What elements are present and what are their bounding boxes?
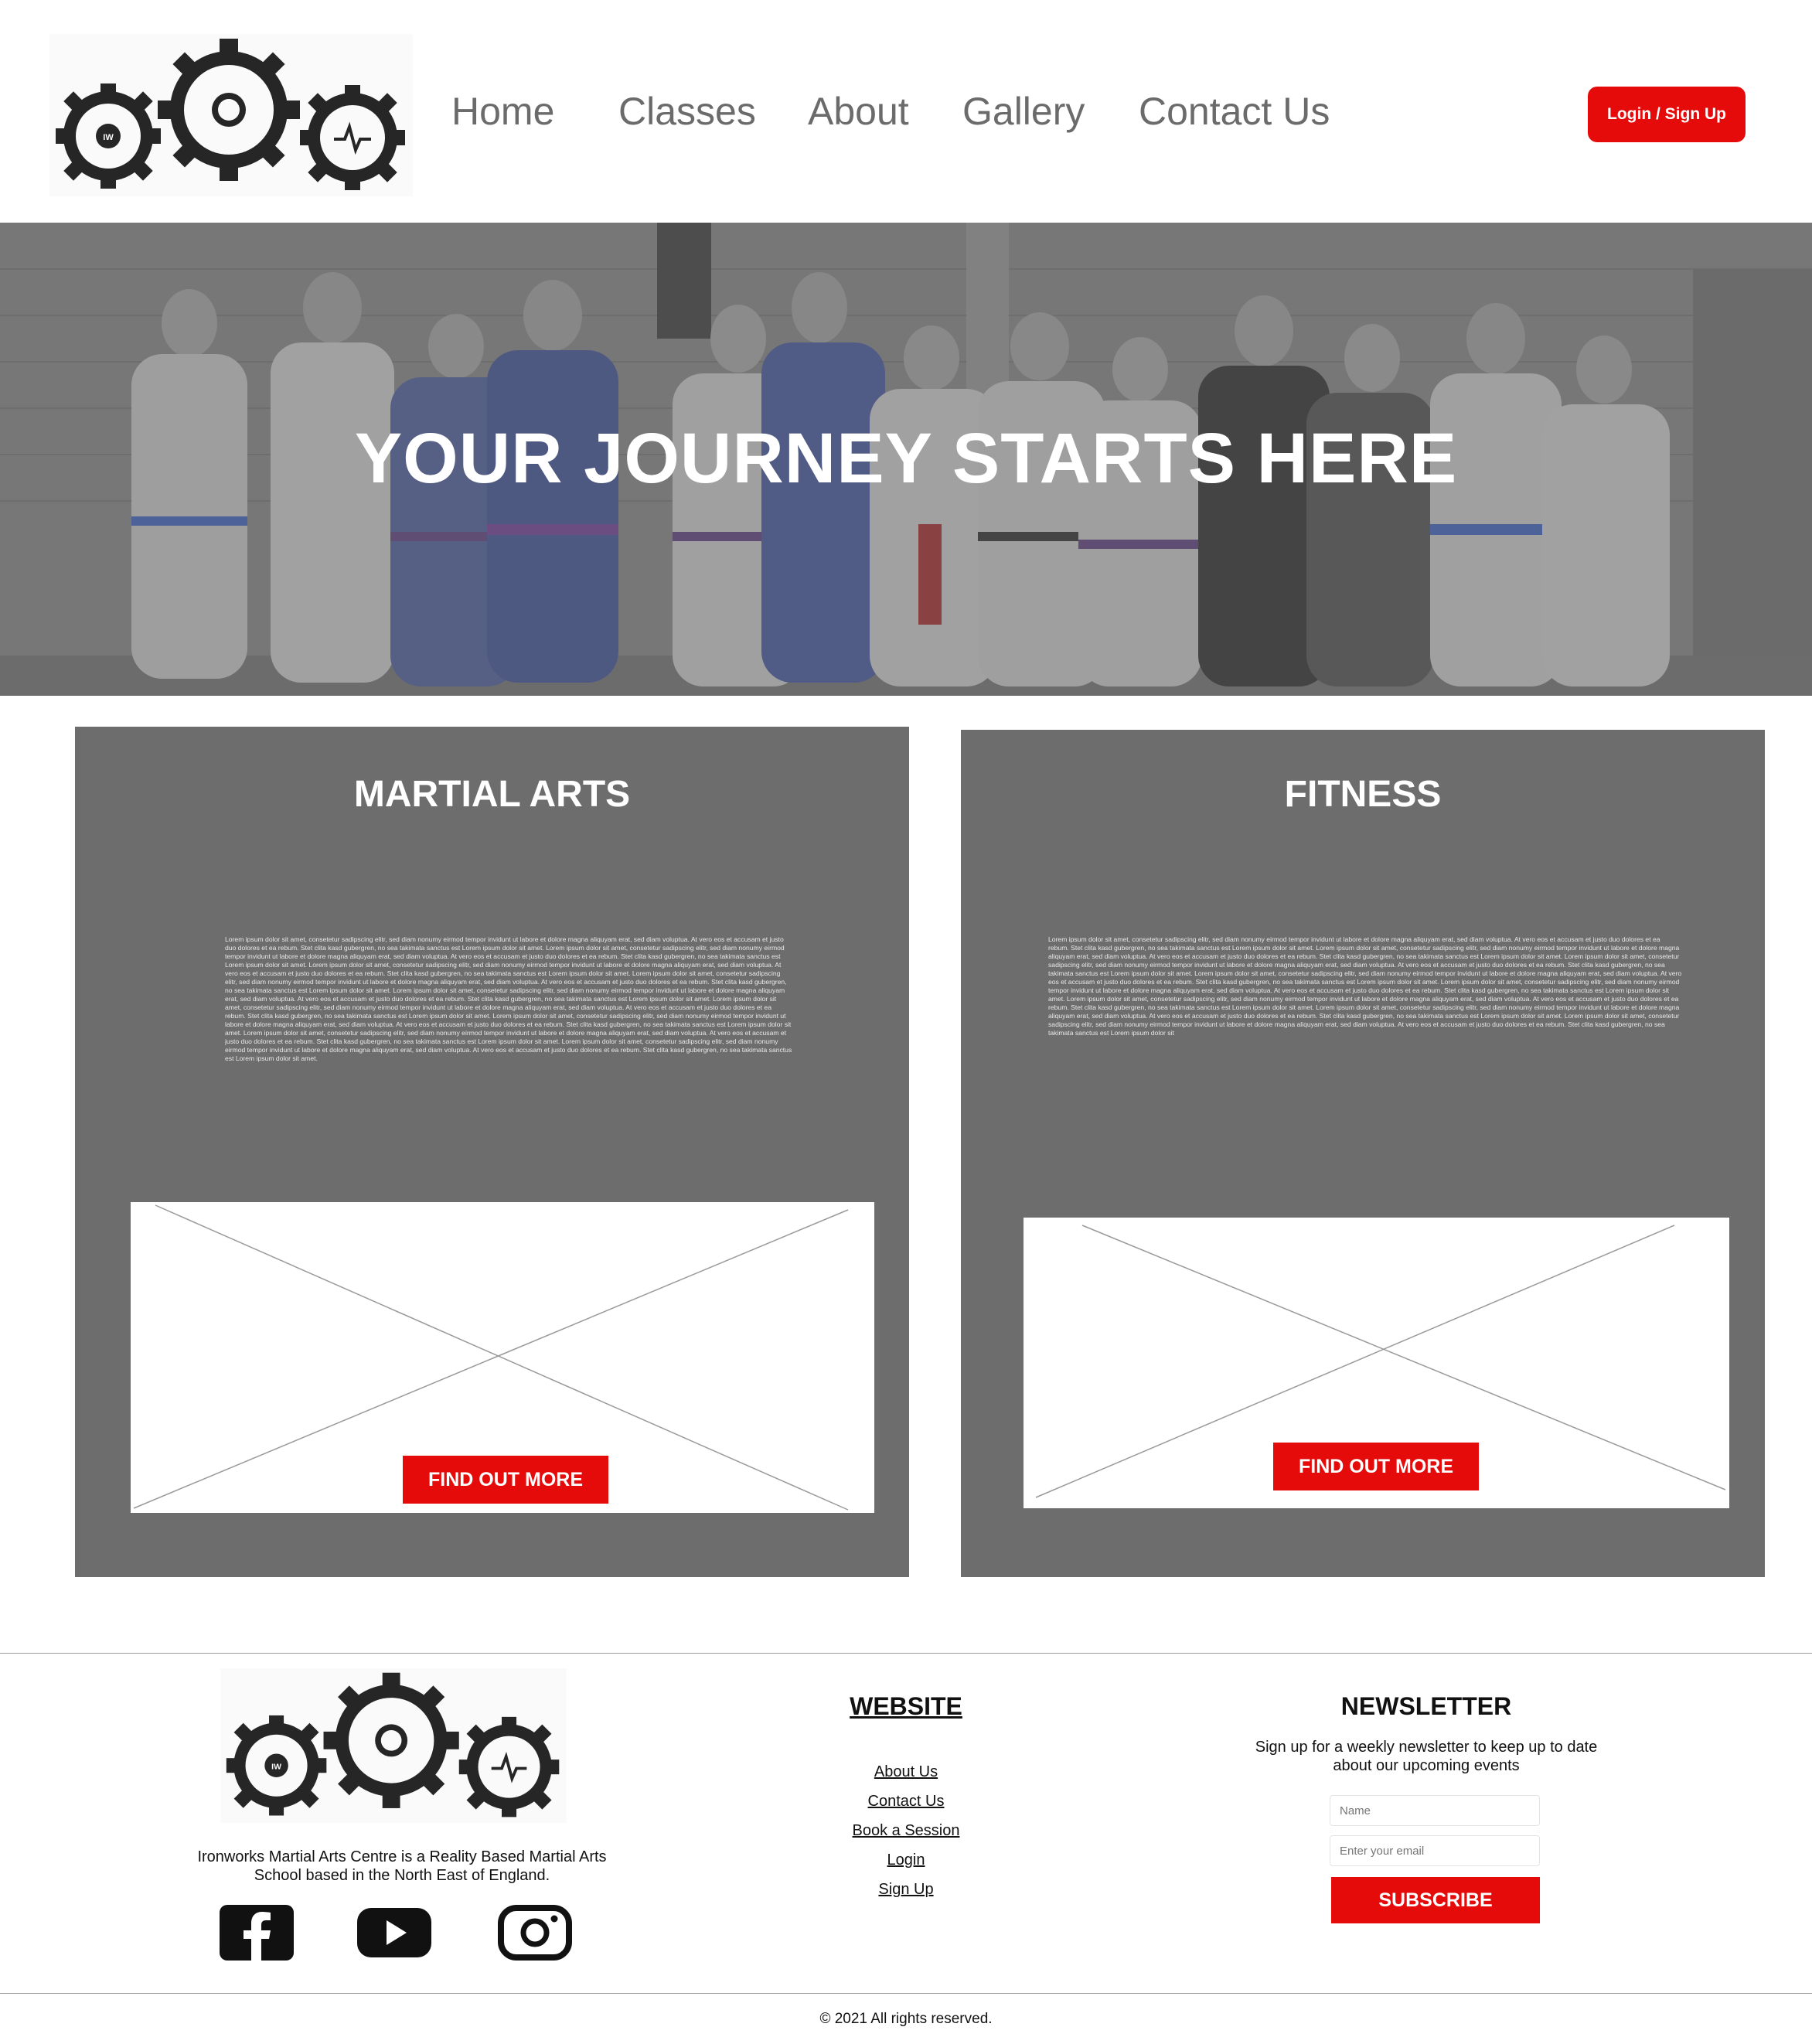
newsletter-column-title: NEWSLETTER xyxy=(1340,1692,1512,1720)
right-gear-logo xyxy=(300,85,405,190)
instagram-icon[interactable] xyxy=(498,1905,572,1961)
center-gear-logo xyxy=(158,39,300,181)
nav-home[interactable]: Home xyxy=(451,88,554,135)
martial-arts-card: MARTIAL ARTS Lorem ipsum dolor sit amet,… xyxy=(75,727,909,1577)
martial-arts-description: Lorem ipsum dolor sit amet, consetetur s… xyxy=(225,935,792,1062)
fitness-image-placeholder: FIND OUT MORE xyxy=(1024,1218,1729,1508)
footer-link-contact-us[interactable]: Contact Us xyxy=(829,1792,983,1811)
newsletter-email-input[interactable] xyxy=(1330,1835,1540,1866)
hero-banner: YOUR JOURNEY STARTS HERE xyxy=(0,223,1812,696)
nav-classes[interactable]: Classes xyxy=(618,88,756,135)
newsletter-name-input[interactable] xyxy=(1330,1795,1540,1826)
ironworks-logo[interactable]: IW xyxy=(49,34,413,196)
fitness-card: FITNESS Lorem ipsum dolor sit amet, cons… xyxy=(961,730,1765,1577)
nav-about[interactable]: About xyxy=(808,88,909,135)
subscribe-button[interactable]: SUBSCRIBE xyxy=(1331,1877,1540,1923)
footer-link-book-a-session[interactable]: Book a Session xyxy=(829,1821,983,1840)
footer-about-text: Ironworks Martial Arts Centre is a Reali… xyxy=(197,1848,607,1884)
fitness-find-out-more-button[interactable]: FIND OUT MORE xyxy=(1273,1443,1479,1490)
login-signup-button[interactable]: Login / Sign Up xyxy=(1588,87,1746,142)
footer-link-about-us[interactable]: About Us xyxy=(829,1763,983,1781)
footer-divider-bottom xyxy=(0,1993,1812,1994)
svg-text:IW: IW xyxy=(103,133,114,142)
youtube-icon[interactable] xyxy=(357,1905,431,1961)
footer-divider-top xyxy=(0,1653,1812,1654)
newsletter-description: Sign up for a weekly newsletter to keep … xyxy=(1255,1739,1598,1774)
nav-contact-us[interactable]: Contact Us xyxy=(1139,88,1330,135)
fitness-description: Lorem ipsum dolor sit amet, consetetur s… xyxy=(1048,935,1682,1037)
copyright-text: © 2021 All rights reserved. xyxy=(819,2011,993,2027)
facebook-icon[interactable] xyxy=(220,1905,294,1961)
footer-link-login[interactable]: Login xyxy=(829,1851,983,1869)
martial-arts-image-placeholder: FIND OUT MORE xyxy=(131,1202,874,1513)
nav-gallery[interactable]: Gallery xyxy=(962,88,1085,135)
martial-arts-find-out-more-button[interactable]: FIND OUT MORE xyxy=(403,1456,608,1504)
hero-title: YOUR JOURNEY STARTS HERE xyxy=(354,419,1458,498)
footer-link-sign-up[interactable]: Sign Up xyxy=(829,1880,983,1899)
website-column-title: WEBSITE xyxy=(850,1692,962,1720)
fitness-title: FITNESS xyxy=(1284,774,1442,815)
martial-arts-title: MARTIAL ARTS xyxy=(353,774,631,815)
left-gear-logo: IW xyxy=(56,83,161,189)
footer-ironworks-logo xyxy=(220,1668,567,1823)
